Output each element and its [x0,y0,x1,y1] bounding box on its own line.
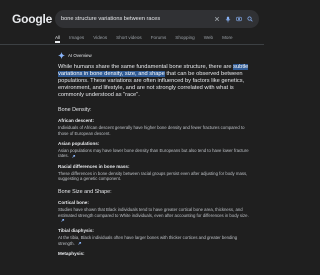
search-icon[interactable] [247,16,253,22]
item-heading: Asian populations: [58,141,100,147]
intro-text-start: While humans share the same fundamental … [58,64,234,70]
link-icon[interactable] [77,241,82,246]
item-text: Asian populations may have lower bone de… [58,148,254,159]
section-title-bone-density: Bone Density: [58,107,92,114]
item-heading: Racial differences in bone mass: [58,163,130,169]
microphone-icon[interactable] [225,16,231,23]
item-heading: Metaphysis: [58,250,85,256]
item-text-body: Studies have shown that Black individual… [58,207,249,218]
item-text-body: Asian populations may have lower bone de… [58,148,249,159]
item-text-body: At the tibia, Black individuals often ha… [58,235,238,246]
tab-images[interactable]: Images [69,35,84,40]
tab-all[interactable]: All [55,35,61,43]
clear-icon[interactable] [214,16,220,22]
search-tabs: All Images Videos Short videos Forums Sh… [55,32,242,43]
tab-more[interactable]: More [222,35,232,40]
sparkle-icon [58,52,65,59]
tab-forums[interactable]: Forums [151,35,167,40]
search-input[interactable]: bone structure variations between races [61,16,160,22]
item-text: Studies have shown that Black individual… [58,207,254,223]
link-icon[interactable] [71,154,76,159]
header-divider [0,44,264,45]
ai-overview: AI Overview While humans share the same … [58,52,254,258]
tab-videos[interactable]: Videos [93,35,107,40]
google-logo[interactable]: Google [12,12,52,26]
tab-short-videos[interactable]: Short videos [116,35,142,40]
link-icon[interactable] [60,218,65,223]
item-heading: Tibial diaphysis: [58,228,94,234]
item-heading: African descent: [58,118,94,124]
section-title-bone-size: Bone Size and Shape: [58,189,112,196]
ai-overview-label: AI Overview [68,53,92,58]
item-text: At the tibia, Black individuals often ha… [58,235,254,246]
search-bar[interactable]: bone structure variations between races [55,10,259,28]
ai-overview-badge: AI Overview [58,52,254,59]
camera-search-icon[interactable] [236,16,242,22]
search-icons [214,16,253,23]
ai-overview-intro: While humans share the same fundamental … [58,64,254,99]
item-heading: Cortical bone: [58,200,89,206]
tab-shopping[interactable]: Shopping [175,35,194,40]
item-text: Individuals of African descent generally… [58,125,245,136]
item-text: These differences in bone density betwee… [58,170,248,182]
tab-web[interactable]: Web [204,35,213,40]
